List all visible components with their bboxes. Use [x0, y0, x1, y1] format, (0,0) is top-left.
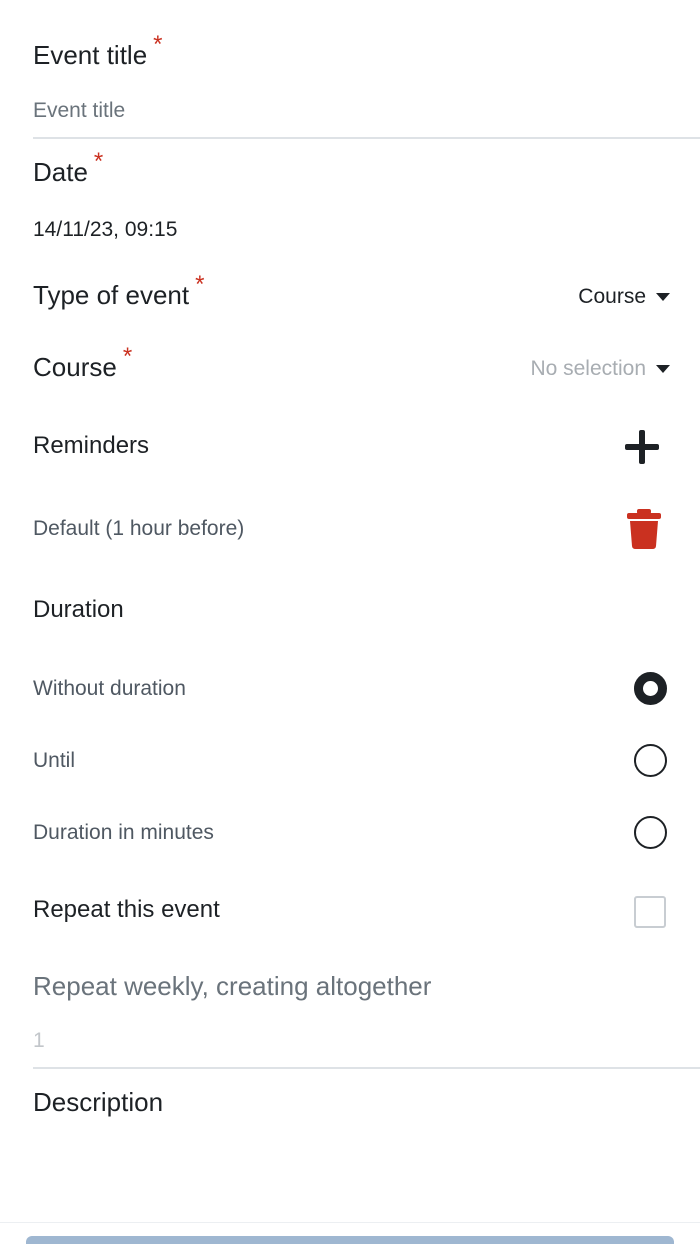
required-mark: *: [195, 271, 205, 298]
date-input[interactable]: 14/11/23, 09:15: [33, 218, 177, 242]
description-label-text: Description: [33, 1087, 164, 1117]
reminders-heading: Reminders: [33, 432, 149, 460]
reminder-item: Default (1 hour before): [33, 517, 244, 541]
description-label: Description: [33, 1087, 163, 1118]
date-label: Date *: [33, 148, 103, 188]
repeat-weekly-label-text: Repeat weekly, creating altogether: [33, 971, 432, 1001]
plus-icon: [625, 430, 659, 464]
repeat-count-underline: [33, 1067, 700, 1069]
course-label: Course *: [33, 343, 132, 383]
date-value: 14/11/23, 09:15: [33, 218, 178, 241]
add-reminder-button[interactable]: [625, 430, 659, 464]
type-of-event-value: Course: [578, 285, 646, 308]
caret-down-icon: [656, 365, 670, 373]
duration-option[interactable]: Duration in minutes: [33, 821, 214, 845]
description-editor[interactable]: [33, 1130, 673, 1210]
date-label-text: Date: [33, 157, 88, 187]
duration-option-label: Without duration: [33, 677, 186, 700]
course-value: No selection: [530, 357, 646, 380]
event-title-input[interactable]: Event title: [33, 99, 673, 123]
repeat-label: Repeat this event: [33, 896, 220, 924]
type-of-event-label: Type of event *: [33, 271, 204, 311]
reminder-item-label: Default (1 hour before): [33, 517, 245, 540]
duration-option[interactable]: Without duration: [33, 677, 186, 701]
duration-option[interactable]: Until: [33, 749, 75, 773]
event-title-underline: [33, 137, 700, 139]
repeat-count-placeholder: 1: [33, 1029, 45, 1052]
course-select[interactable]: No selection: [530, 357, 670, 381]
required-mark: *: [122, 343, 133, 370]
duration-option-label: Duration in minutes: [33, 821, 214, 844]
duration-heading: Duration: [33, 596, 124, 624]
save-button[interactable]: [26, 1236, 674, 1244]
radio-duration-minutes[interactable]: [634, 816, 667, 849]
repeat-checkbox[interactable]: [634, 896, 666, 928]
radio-until[interactable]: [634, 744, 667, 777]
course-label-text: Course: [33, 352, 117, 382]
required-mark: *: [93, 148, 104, 175]
repeat-count-input[interactable]: 1: [33, 1029, 673, 1053]
trash-icon: [627, 509, 661, 549]
repeat-weekly-label: Repeat weekly, creating altogether: [33, 971, 431, 1002]
duration-option-label: Until: [33, 749, 76, 772]
duration-heading-text: Duration: [33, 596, 124, 623]
caret-down-icon: [656, 293, 670, 301]
required-mark: *: [153, 31, 163, 58]
repeat-label-text: Repeat this event: [33, 896, 220, 923]
event-title-placeholder: Event title: [33, 99, 126, 122]
type-of-event-select[interactable]: Course: [578, 285, 670, 309]
radio-without-duration[interactable]: [634, 672, 667, 705]
event-title-label: Event title *: [33, 31, 163, 71]
reminders-heading-text: Reminders: [33, 432, 150, 459]
event-title-label-text: Event title: [33, 40, 148, 70]
delete-reminder-button[interactable]: [627, 509, 661, 554]
type-of-event-label-text: Type of event: [33, 280, 190, 310]
